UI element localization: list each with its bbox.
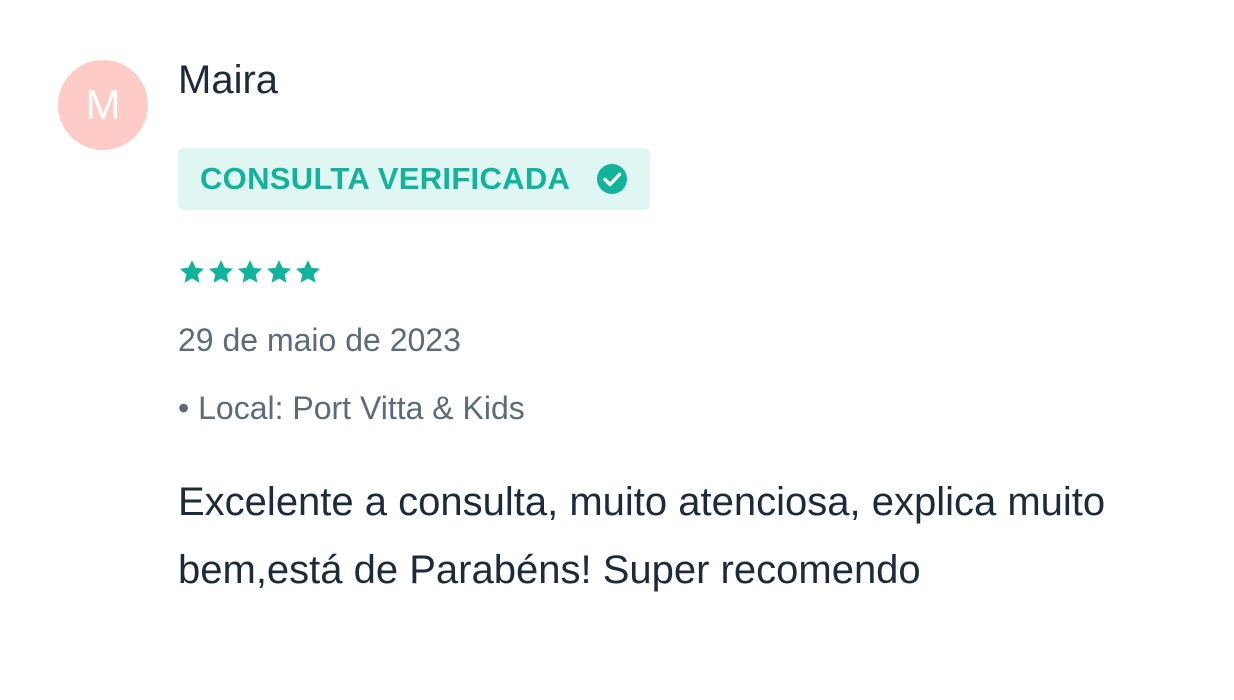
star-icon xyxy=(179,260,205,283)
star-icon xyxy=(266,260,292,283)
avatar-initial: M xyxy=(85,81,121,128)
star-icon xyxy=(208,260,234,283)
star-rating xyxy=(178,256,1194,288)
review-location: • Local: Port Vitta & Kids xyxy=(178,390,525,426)
star-icon xyxy=(295,260,321,283)
avatar: M xyxy=(58,60,148,150)
review-text: Excelente a consulta, muito atenciosa, e… xyxy=(178,480,1106,592)
verified-badge: CONSULTA VERIFICADA xyxy=(178,148,651,210)
review-card: M Maira CONSULTA VERIFICADA 29 de maio d… xyxy=(0,0,1234,700)
review-content: Maira CONSULTA VERIFICADA 29 de maio de … xyxy=(178,52,1194,604)
review-date: 29 de maio de 2023 xyxy=(178,322,461,358)
reviewer-name: Maira xyxy=(178,58,279,102)
star-icon xyxy=(237,260,263,283)
verified-badge-label: CONSULTA VERIFICADA xyxy=(200,161,571,196)
check-circle-icon xyxy=(597,164,628,194)
